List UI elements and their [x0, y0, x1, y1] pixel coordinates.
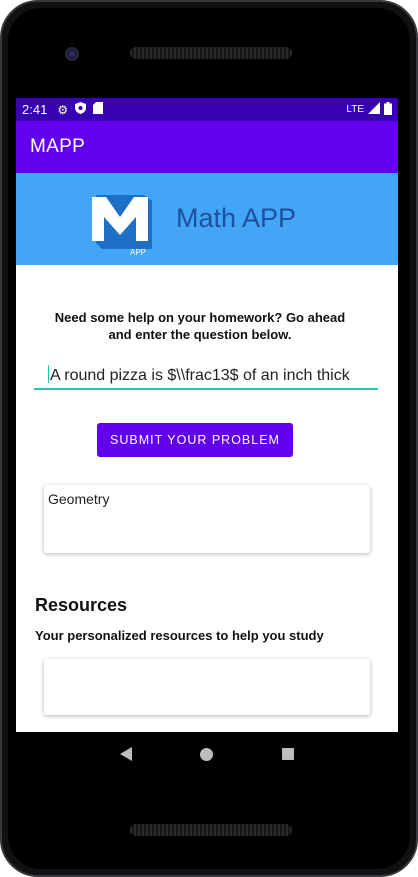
status-time: 2:41: [22, 102, 48, 117]
category-card: Geometry: [44, 485, 370, 553]
recent-apps-icon[interactable]: [281, 748, 294, 760]
question-value: A round pizza is $\\frac13$ of an inch t…: [50, 367, 350, 384]
status-right: LTE: [346, 101, 392, 118]
front-camera: [65, 47, 79, 61]
resource-card[interactable]: [44, 659, 370, 715]
sd-card-icon: [93, 102, 104, 117]
hero-banner: APP Math APP: [16, 173, 398, 265]
submit-problem-button[interactable]: SUBMIT YOUR PROBLEM: [97, 423, 293, 457]
question-input[interactable]: A round pizza is $\\frac13$ of an inch t…: [34, 365, 378, 390]
app-title: MAPP: [30, 136, 86, 157]
bottom-speaker: [130, 824, 292, 836]
gear-icon: ⚙: [57, 102, 69, 117]
app-bar: MAPP: [16, 121, 398, 173]
back-icon[interactable]: [120, 747, 133, 761]
resources-subtitle: Your personalized resources to help you …: [35, 628, 324, 643]
top-speaker: [130, 47, 292, 59]
shield-icon: [75, 102, 87, 117]
network-label: LTE: [346, 104, 364, 115]
home-icon[interactable]: [200, 747, 214, 761]
hero-title: Math APP: [176, 203, 297, 233]
app-screen: 2:41 ⚙ LTE MAPP APP Math APP Need some h…: [16, 98, 398, 732]
math-app-logo: APP: [92, 195, 152, 257]
status-bar: 2:41 ⚙ LTE: [16, 98, 398, 121]
logo-text: APP: [130, 248, 146, 257]
category-label: Geometry: [48, 491, 110, 507]
navigation-bar: [16, 732, 398, 776]
resources-heading: Resources: [35, 595, 128, 615]
battery-icon: [384, 101, 392, 118]
homework-prompt: Need some help on your homework? Go ahea…: [54, 310, 346, 342]
text-cursor: [48, 365, 49, 383]
signal-icon: [368, 102, 380, 117]
